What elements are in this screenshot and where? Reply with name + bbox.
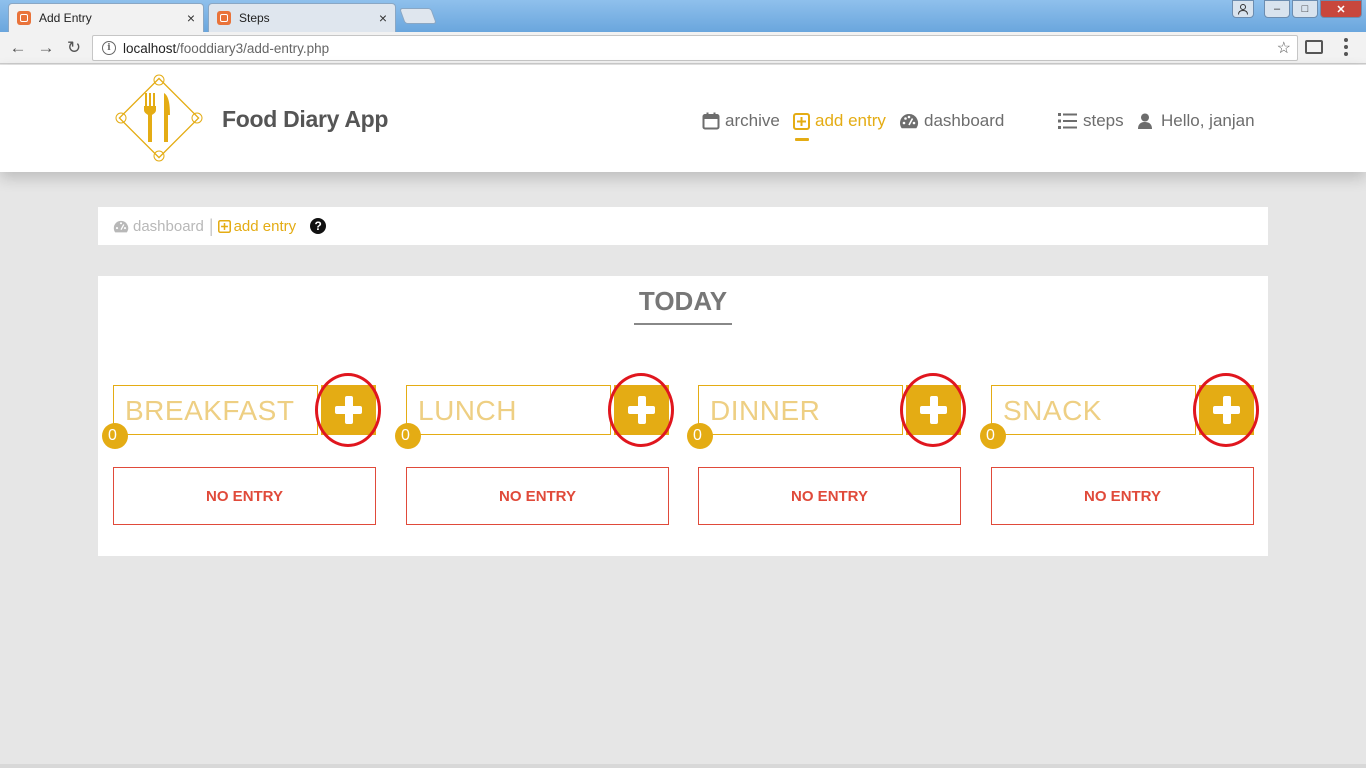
meal-name: BREAKFAST (113, 385, 318, 435)
meal-name: DINNER (698, 385, 903, 435)
entry-count-badge: 0 (395, 423, 421, 449)
tab-close-icon[interactable]: × (379, 10, 387, 26)
forward-button[interactable]: → (32, 34, 60, 62)
breadcrumb-add-entry[interactable]: add entry (217, 217, 297, 235)
dashboard-icon (113, 220, 129, 233)
nav-label: archive (725, 111, 780, 130)
url-path: /fooddiary3/add-entry.php (176, 40, 330, 56)
breadcrumb-dashboard[interactable]: dashboard (113, 218, 204, 235)
profile-icon[interactable] (1232, 0, 1254, 18)
new-tab-button[interactable] (399, 8, 437, 24)
cast-icon[interactable] (1305, 40, 1323, 54)
plus-square-icon (793, 112, 810, 130)
minimize-button[interactable]: – (1264, 0, 1290, 18)
nav-label: Hello, janjan (1161, 111, 1255, 130)
breadcrumb: dashboard | add entry ? (98, 207, 1268, 245)
nav-label: add entry (815, 111, 886, 130)
url-host: localhost (123, 40, 177, 56)
annotation-circle (900, 373, 966, 447)
plus-square-icon (217, 219, 231, 233)
window-controls: – □ ✕ (1232, 0, 1362, 18)
tab-close-icon[interactable]: × (187, 10, 195, 26)
browser-toolbar: ← → ↻ i localhost/fooddiary3/add-entry.p… (0, 32, 1366, 64)
no-entry-box: NO ENTRY (698, 467, 961, 525)
taskbar-edge (0, 764, 1366, 768)
annotation-circle (1193, 373, 1259, 447)
title-underline (634, 323, 732, 325)
breadcrumb-add-entry-label: add entry (233, 217, 297, 235)
entry-count-badge: 0 (980, 423, 1006, 449)
annotation-circle (608, 373, 674, 447)
address-bar[interactable]: i localhost/fooddiary3/add-entry.php ☆ (92, 35, 1298, 61)
calendar-icon (702, 112, 720, 130)
tab-title: Steps (239, 11, 270, 25)
nav-steps[interactable]: steps (1058, 109, 1124, 133)
browser-menu-icon[interactable] (1344, 38, 1348, 56)
maximize-button[interactable]: □ (1292, 0, 1318, 18)
no-entry-box: NO ENTRY (991, 467, 1254, 525)
xampp-favicon-icon (217, 11, 231, 25)
entry-count-badge: 0 (102, 423, 128, 449)
user-icon (1138, 113, 1152, 129)
food-diary-logo[interactable] (112, 71, 206, 165)
page-title: TODAY (638, 286, 728, 316)
breadcrumb-dashboard-label: dashboard (133, 217, 204, 235)
tab-steps[interactable]: Steps × (208, 3, 396, 32)
app-name: Food Diary App (222, 106, 389, 132)
entry-count-badge: 0 (687, 423, 713, 449)
close-window-button[interactable]: ✕ (1320, 0, 1362, 18)
nav-label: steps (1083, 111, 1124, 130)
back-button[interactable]: ← (4, 34, 32, 62)
tab-title: Add Entry (39, 11, 92, 25)
breadcrumb-separator: | (208, 215, 214, 236)
annotation-circle (315, 373, 381, 447)
nav-add-entry[interactable]: add entry (793, 109, 886, 133)
meal-name: SNACK (991, 385, 1196, 435)
nav-user[interactable]: Hello, janjan (1138, 109, 1255, 133)
info-icon[interactable]: i (102, 41, 116, 55)
nav-label: dashboard (924, 111, 1005, 130)
help-icon[interactable]: ? (310, 218, 327, 234)
tab-add-entry[interactable]: Add Entry × (8, 3, 204, 32)
reload-button[interactable]: ↻ (60, 34, 88, 62)
xampp-favicon-icon (17, 11, 31, 25)
active-nav-indicator (795, 138, 809, 141)
no-entry-box: NO ENTRY (113, 467, 376, 525)
today-panel: TODAY BREAKFAST 0 NO ENTRY LUNCH 0 NO EN… (98, 276, 1268, 556)
browser-tabstrip: Add Entry × Steps × – □ ✕ (0, 0, 1366, 32)
meal-name: LUNCH (406, 385, 611, 435)
app-header: Food Diary App archive add entry dashboa… (0, 65, 1366, 172)
no-entry-box: NO ENTRY (406, 467, 669, 525)
list-icon (1058, 112, 1078, 130)
bookmark-star-icon[interactable]: ☆ (1277, 38, 1291, 58)
nav-dashboard[interactable]: dashboard (899, 109, 1004, 133)
nav-archive[interactable]: archive (702, 109, 780, 133)
dashboard-icon (899, 113, 919, 129)
